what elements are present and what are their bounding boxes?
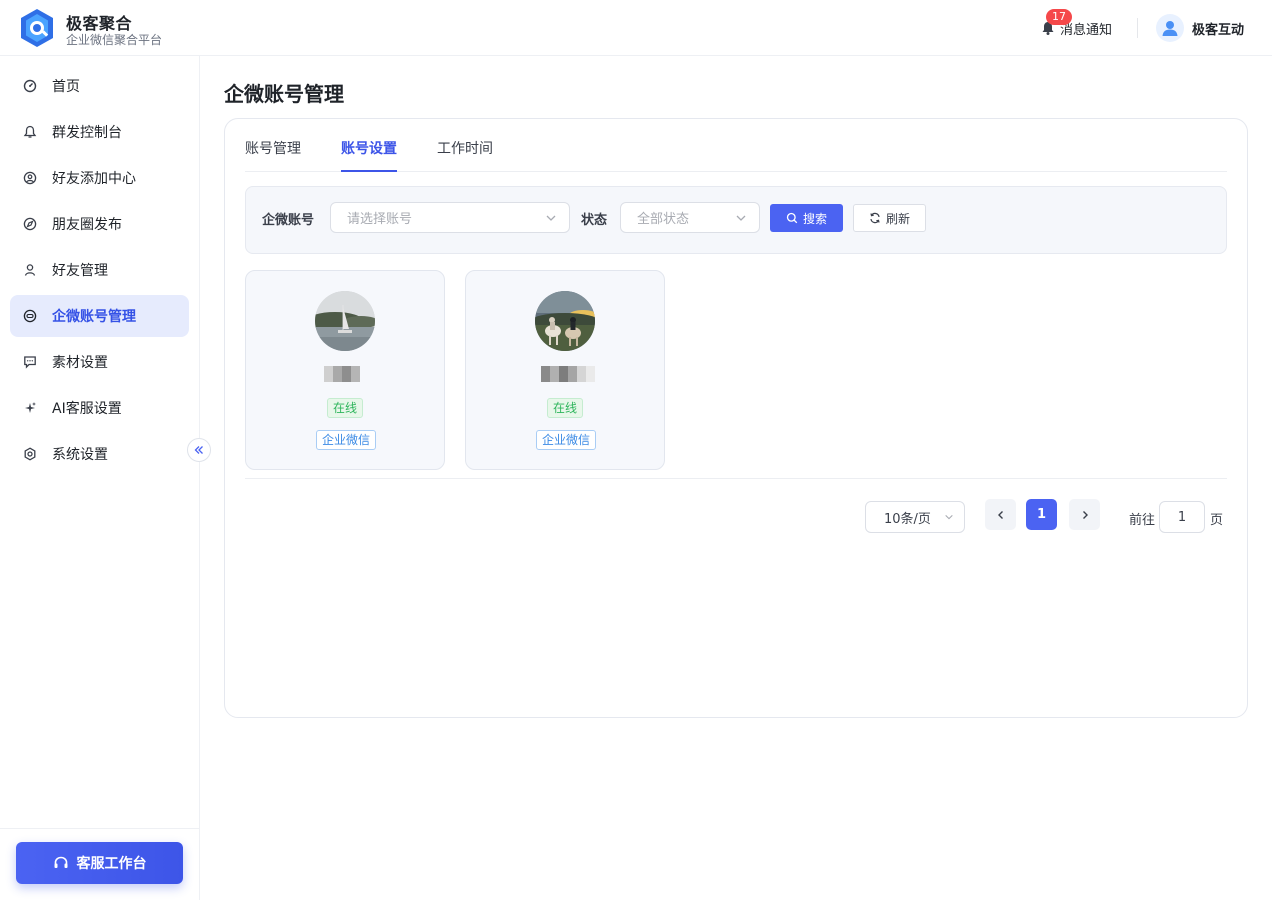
goto-page-input[interactable] [1159, 501, 1205, 533]
compass-icon [22, 216, 38, 232]
double-chevron-left-icon [194, 446, 203, 454]
goto-suffix-label: 页 [1210, 513, 1224, 528]
next-page-button[interactable] [1069, 499, 1100, 530]
sidebar-item-label: 素材设置 [52, 355, 108, 371]
account-card[interactable]: 在线 企业微信 [465, 270, 665, 470]
user-name: 极客互动 [1192, 22, 1245, 38]
dashboard-icon [22, 78, 38, 94]
sidebar-item-label: 首页 [52, 79, 80, 95]
brand-logo[interactable] [18, 8, 56, 48]
bell-icon [22, 124, 38, 140]
service-workbench-button[interactable]: 客服工作台 [16, 842, 183, 884]
user-avatar-icon [1162, 21, 1178, 36]
header-divider [1137, 18, 1138, 38]
content-card: 账号管理 账号设置 工作时间 企微账号 请选择账号 状态 全部状态 搜索 刷新 [224, 118, 1248, 718]
user-icon [22, 262, 38, 278]
account-name-redacted [541, 366, 595, 382]
sidebar-item-moments[interactable]: 朋友圈发布 [10, 203, 189, 245]
tab-account-settings[interactable]: 账号设置 [341, 138, 397, 172]
search-button-label: 搜索 [802, 211, 827, 226]
account-name-redacted [324, 366, 360, 382]
horse-riders-photo-avatar [535, 291, 595, 351]
account-type-tag: 企业微信 [536, 430, 597, 450]
chevron-down-icon [945, 514, 953, 520]
notification-count-badge: 17 [1046, 9, 1072, 25]
sidebar-item-label: AI客服设置 [52, 401, 122, 417]
user-add-icon [22, 170, 38, 186]
filter-bar: 企微账号 请选择账号 状态 全部状态 搜索 刷新 [245, 186, 1227, 254]
goto-prefix-label: 前往 [1129, 513, 1156, 528]
status-select-placeholder: 全部状态 [637, 212, 690, 227]
account-type-tag: 企业微信 [316, 430, 377, 450]
account-filter-label: 企微账号 [262, 213, 315, 228]
sidebar-item-label: 好友添加中心 [52, 171, 136, 187]
refresh-button[interactable]: 刷新 [853, 204, 926, 232]
chevron-right-icon [1082, 510, 1088, 519]
page-size-select[interactable]: 10条/页 [865, 501, 965, 533]
tab-account-management[interactable]: 账号管理 [245, 138, 301, 172]
tab-bar: 账号管理 账号设置 工作时间 [245, 119, 1227, 172]
search-button[interactable]: 搜索 [770, 204, 843, 232]
online-status-tag: 在线 [547, 398, 584, 418]
sidebar-item-ai-service[interactable]: AI客服设置 [10, 387, 189, 429]
refresh-button-label: 刷新 [885, 211, 910, 226]
sidebar-item-label: 朋友圈发布 [52, 217, 122, 233]
online-status-tag: 在线 [327, 398, 364, 418]
search-icon [786, 212, 798, 224]
chevron-left-icon [997, 510, 1003, 519]
page-title: 企微账号管理 [224, 82, 344, 106]
top-header: 极客聚合 企业微信聚合平台 消息通知 17 极客互动 [0, 0, 1272, 56]
sidebar-item-friend-add[interactable]: 好友添加中心 [10, 157, 189, 199]
page-size-value: 10条/页 [884, 511, 931, 527]
service-workbench-label: 客服工作台 [76, 856, 147, 872]
prev-page-button[interactable] [985, 499, 1016, 530]
account-card[interactable]: 在线 企业微信 [245, 270, 445, 470]
sidebar-item-materials[interactable]: 素材设置 [10, 341, 189, 383]
sidebar-item-home[interactable]: 首页 [10, 65, 189, 107]
gear-icon [22, 446, 38, 462]
headset-icon [54, 856, 67, 868]
sailboat-photo-avatar [315, 291, 375, 351]
chevron-down-icon [736, 215, 746, 221]
sidebar-item-system-settings[interactable]: 系统设置 [10, 433, 189, 475]
sidebar-item-broadcast[interactable]: 群发控制台 [10, 111, 189, 153]
account-icon [22, 308, 38, 324]
status-filter-label: 状态 [581, 213, 608, 228]
sidebar-item-label: 企微账号管理 [52, 309, 136, 325]
message-icon [22, 354, 38, 370]
page-number-current[interactable]: 1 [1026, 499, 1057, 530]
sidebar: 首页 群发控制台 好友添加中心 朋友圈发布 好友管理 企微账号管理 素材设置 A… [0, 56, 200, 900]
tab-working-hours[interactable]: 工作时间 [437, 138, 493, 172]
sidebar-item-label: 系统设置 [52, 447, 108, 463]
sidebar-item-label: 好友管理 [52, 263, 108, 279]
status-select[interactable]: 全部状态 [620, 202, 760, 233]
refresh-icon [870, 212, 880, 224]
sidebar-divider [0, 828, 199, 829]
chevron-down-icon [546, 215, 556, 221]
sidebar-item-account-management[interactable]: 企微账号管理 [10, 295, 189, 337]
user-avatar [1156, 14, 1184, 42]
sparkle-icon [22, 400, 38, 416]
brand-subtitle: 企业微信聚合平台 [66, 33, 163, 47]
user-menu[interactable]: 极客互动 [1156, 14, 1244, 42]
sidebar-item-label: 群发控制台 [52, 125, 122, 141]
list-divider [245, 478, 1227, 479]
sidebar-collapse-button[interactable] [187, 438, 211, 462]
account-select-placeholder: 请选择账号 [347, 212, 413, 227]
sidebar-item-friends[interactable]: 好友管理 [10, 249, 189, 291]
account-select[interactable]: 请选择账号 [330, 202, 570, 233]
